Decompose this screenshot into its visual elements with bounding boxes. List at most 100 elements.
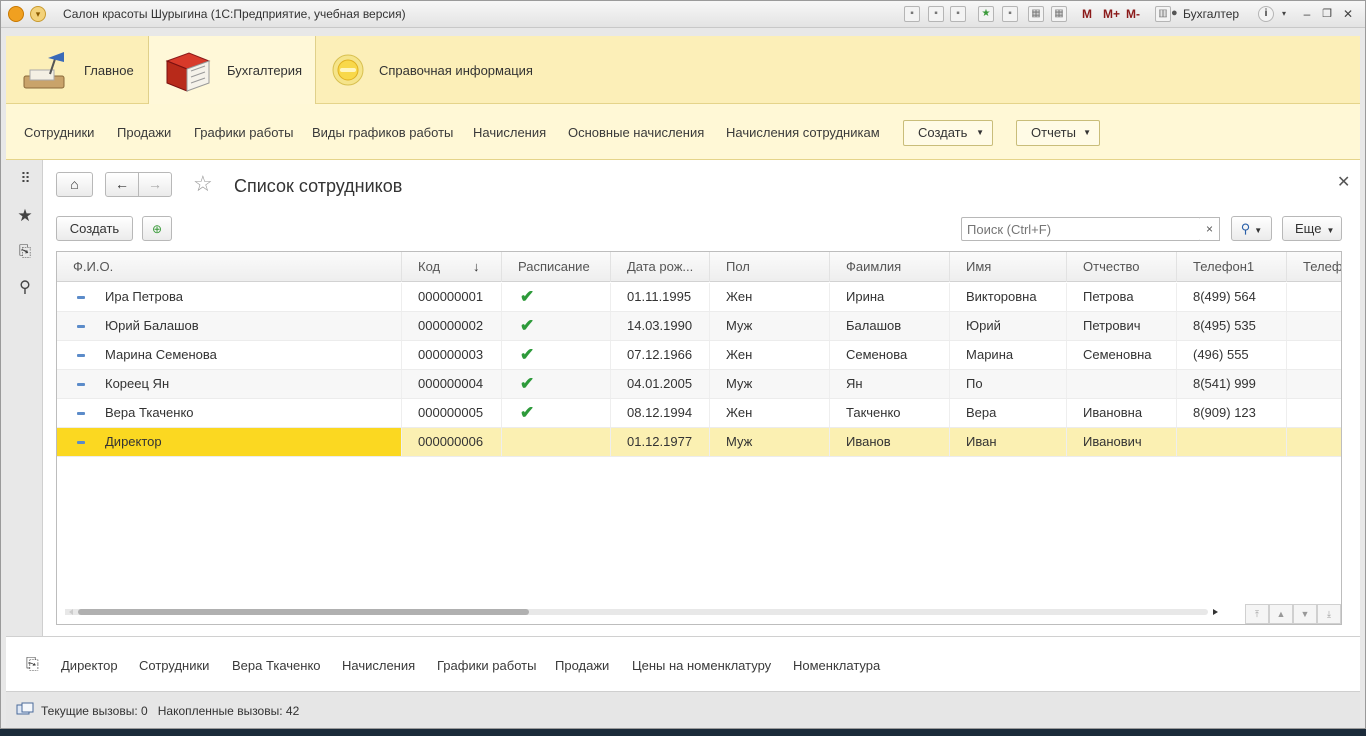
- cell-patronymic[interactable]: Семеновна: [1067, 341, 1177, 369]
- cell-surname[interactable]: Такченко: [830, 399, 950, 427]
- cell-schedule[interactable]: ✔: [502, 283, 611, 311]
- forward-button[interactable]: →: [138, 172, 172, 197]
- home-button[interactable]: ⌂: [56, 172, 93, 197]
- column-header-surname[interactable]: Фаимлия: [830, 252, 950, 282]
- cell-patronymic[interactable]: Ивановна: [1067, 399, 1177, 427]
- column-header-phone2[interactable]: Телефо: [1287, 252, 1341, 282]
- server-calls-icon[interactable]: [16, 702, 34, 718]
- info-icon[interactable]: i: [1258, 6, 1274, 22]
- cell-phone1[interactable]: 8(495) 535: [1177, 312, 1287, 340]
- cell-code[interactable]: 000000005: [402, 399, 502, 427]
- cell-phone1[interactable]: 8(909) 123: [1177, 399, 1287, 427]
- cell-fio[interactable]: Юрий Балашов: [57, 312, 402, 340]
- nav-link-main-accruals[interactable]: Основные начисления: [568, 125, 704, 140]
- 1c-logo-icon[interactable]: [8, 6, 24, 22]
- cell-schedule[interactable]: ✔: [502, 399, 611, 427]
- cell-name[interactable]: Марина: [950, 341, 1067, 369]
- bookmark-icon[interactable]: ▪: [1002, 6, 1018, 22]
- nav-link-schedules[interactable]: Графики работы: [194, 125, 293, 140]
- table-row[interactable]: Вера Ткаченко 000000005 ✔ 08.12.1994 Жен Такч…: [57, 399, 1341, 428]
- cell-code[interactable]: 000000003: [402, 341, 502, 369]
- cell-name[interactable]: По: [950, 370, 1067, 398]
- history-icon[interactable]: ⎘: [15, 242, 35, 262]
- column-header-name[interactable]: Имя: [950, 252, 1067, 282]
- cell-schedule[interactable]: ✔: [502, 341, 611, 369]
- search-clear-icon[interactable]: ×: [1200, 217, 1220, 241]
- scroll-page-up-icon[interactable]: ▲: [1269, 604, 1293, 624]
- table-row[interactable]: Кореец Ян 000000004 ✔ 04.01.2005 Муж Ян По 8(54…: [57, 370, 1341, 399]
- cell-patronymic[interactable]: Иванович: [1067, 428, 1177, 456]
- print-icon[interactable]: ▪: [928, 6, 944, 22]
- cell-schedule[interactable]: [502, 428, 611, 456]
- favorite-star-icon[interactable]: ☆: [193, 171, 213, 197]
- nav-create-button[interactable]: Создать ▼: [903, 120, 993, 146]
- memory-minus-button[interactable]: M-: [1126, 7, 1140, 21]
- cell-schedule[interactable]: ✔: [502, 370, 611, 398]
- cell-fio[interactable]: Вера Ткаченко: [57, 399, 402, 427]
- table-row[interactable]: Ира Петрова 000000001 ✔ 01.11.1995 Жен Ирина В…: [57, 283, 1341, 312]
- column-header-birthdate[interactable]: Дата рож...: [611, 252, 710, 282]
- cell-phone2[interactable]: [1287, 428, 1341, 456]
- cell-birthdate[interactable]: 07.12.1966: [611, 341, 710, 369]
- history-icon[interactable]: ⎘: [26, 656, 39, 674]
- cell-phone1[interactable]: (496) 555: [1177, 341, 1287, 369]
- cell-code[interactable]: 000000001: [402, 283, 502, 311]
- section-accounting[interactable]: Бухгалтерия: [148, 36, 316, 105]
- cell-birthdate[interactable]: 08.12.1994: [611, 399, 710, 427]
- more-button[interactable]: Еще ▼: [1282, 216, 1342, 241]
- cell-patronymic[interactable]: Петрова: [1067, 283, 1177, 311]
- table-row[interactable]: Марина Семенова 000000003 ✔ 07.12.1966 Жен Се…: [57, 341, 1341, 370]
- search-options-button[interactable]: ⚲ ▼: [1231, 216, 1272, 241]
- cell-phone2[interactable]: [1287, 283, 1341, 311]
- search-input[interactable]: [961, 217, 1201, 241]
- scroll-right-arrow-icon[interactable]: [1213, 609, 1218, 615]
- history-link-sales[interactable]: Продажи: [555, 658, 609, 673]
- cell-gender[interactable]: Муж: [710, 428, 830, 456]
- cell-phone1[interactable]: [1177, 428, 1287, 456]
- save-icon[interactable]: ▪: [904, 6, 920, 22]
- cell-phone2[interactable]: [1287, 399, 1341, 427]
- scroll-page-down-icon[interactable]: ▼: [1293, 604, 1317, 624]
- minimize-icon[interactable]: –: [1299, 6, 1315, 22]
- nav-reports-button[interactable]: Отчеты ▼: [1016, 120, 1100, 146]
- cell-code[interactable]: 000000002: [402, 312, 502, 340]
- history-link-accruals[interactable]: Начисления: [342, 658, 415, 673]
- cell-patronymic[interactable]: [1067, 370, 1177, 398]
- cell-surname[interactable]: Семенова: [830, 341, 950, 369]
- section-main[interactable]: Главное: [6, 36, 148, 104]
- table-row[interactable]: Директор 000000006 01.12.1977 Муж Иванов Иван…: [57, 428, 1341, 457]
- cell-fio[interactable]: Марина Семенова: [57, 341, 402, 369]
- history-link-nomenclature[interactable]: Номенклатура: [793, 658, 880, 673]
- cell-fio[interactable]: Кореец Ян: [57, 370, 402, 398]
- cell-gender[interactable]: Жен: [710, 341, 830, 369]
- cell-fio[interactable]: Директор: [57, 428, 402, 456]
- calendar-icon[interactable]: ▦: [1051, 6, 1067, 22]
- cell-birthdate[interactable]: 04.01.2005: [611, 370, 710, 398]
- column-header-phone1[interactable]: Телефон1: [1177, 252, 1287, 282]
- chevron-down-icon[interactable]: ▾: [1276, 6, 1292, 22]
- cell-gender[interactable]: Жен: [710, 283, 830, 311]
- nav-link-sales[interactable]: Продажи: [117, 125, 171, 140]
- history-link-prices[interactable]: Цены на номенклатуру: [632, 658, 771, 673]
- apps-grid-icon[interactable]: ⠿: [15, 168, 35, 188]
- column-header-patronymic[interactable]: Отчество: [1067, 252, 1177, 282]
- cell-gender[interactable]: Жен: [710, 399, 830, 427]
- scroll-to-bottom-icon[interactable]: ⤓: [1317, 604, 1341, 624]
- cell-name[interactable]: Юрий: [950, 312, 1067, 340]
- nav-link-employees[interactable]: Сотрудники: [24, 125, 94, 140]
- cell-surname[interactable]: Ян: [830, 370, 950, 398]
- cell-patronymic[interactable]: Петрович: [1067, 312, 1177, 340]
- history-link-employees[interactable]: Сотрудники: [139, 658, 209, 673]
- cell-birthdate[interactable]: 01.12.1977: [611, 428, 710, 456]
- history-link-director[interactable]: Директор: [61, 658, 118, 673]
- column-header-fio[interactable]: Ф.И.О.: [57, 252, 402, 282]
- cell-gender[interactable]: Муж: [710, 312, 830, 340]
- column-header-gender[interactable]: Пол: [710, 252, 830, 282]
- memory-button[interactable]: M: [1082, 7, 1092, 21]
- history-link-vera-tkachenko[interactable]: Вера Ткаченко: [232, 658, 321, 673]
- create-button[interactable]: Создать: [56, 216, 133, 241]
- nav-link-accruals[interactable]: Начисления: [473, 125, 546, 140]
- nav-link-employee-accruals[interactable]: Начисления сотрудникам: [726, 125, 880, 140]
- cell-schedule[interactable]: ✔: [502, 312, 611, 340]
- table-row[interactable]: Юрий Балашов 000000002 ✔ 14.03.1990 Муж Балаш…: [57, 312, 1341, 341]
